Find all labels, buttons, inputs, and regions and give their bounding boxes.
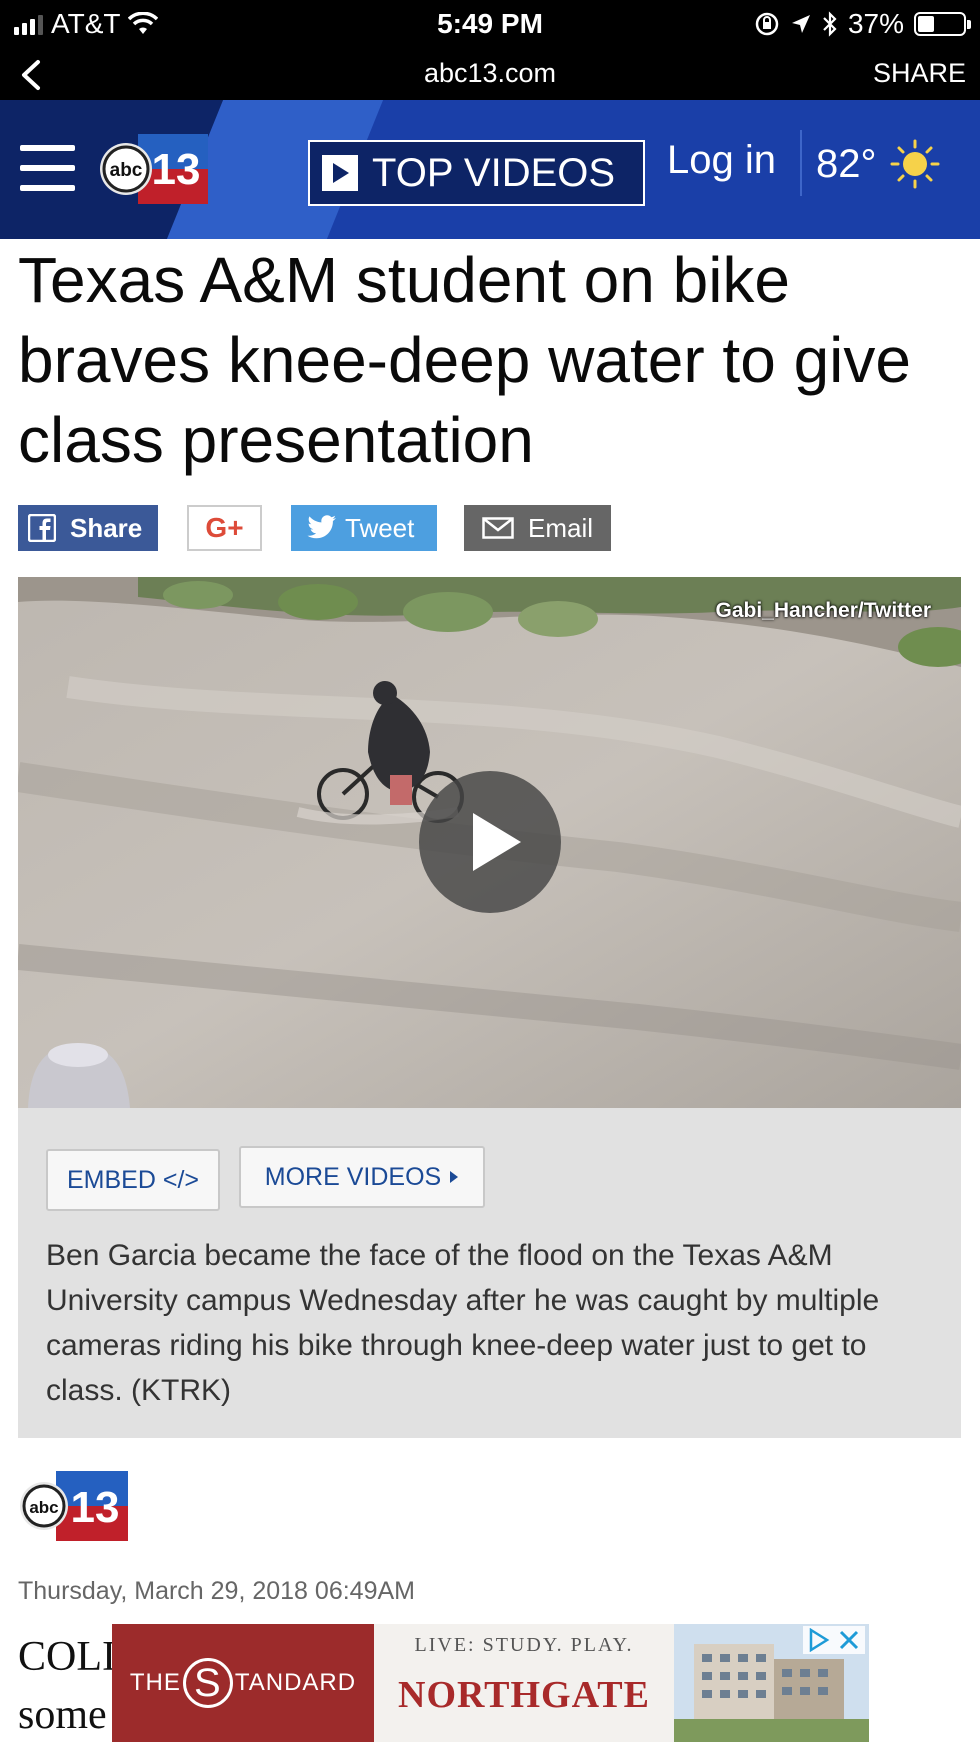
status-right: 37%	[754, 8, 971, 40]
tweet-label: Tweet	[345, 512, 415, 543]
google-plus-share-button[interactable]: G+	[187, 505, 262, 551]
facebook-share-label: Share	[70, 512, 143, 543]
more-videos-label: MORE VIDEOS	[264, 1162, 442, 1191]
top-videos-label: TOP VIDEOS	[372, 150, 616, 195]
play-icon	[473, 813, 521, 871]
play-icon	[322, 155, 358, 191]
url-display[interactable]: abc13.com	[0, 58, 980, 89]
ad-choices[interactable]	[803, 1626, 865, 1654]
email-share-button[interactable]: Email	[464, 505, 611, 551]
ad-building-image	[674, 1624, 869, 1742]
body-line: some	[18, 1692, 107, 1738]
browser-bar: abc13.com SHARE	[0, 50, 980, 100]
svg-text:13: 13	[152, 145, 201, 194]
menu-icon[interactable]	[20, 145, 75, 191]
status-bar: AT&T 5:49 PM 37%	[0, 0, 980, 50]
bluetooth-icon	[823, 11, 837, 37]
location-arrow-icon	[791, 15, 810, 33]
browser-share-button[interactable]: SHARE	[873, 58, 966, 89]
ad-brand-prefix: THE	[129, 1669, 181, 1696]
embed-button[interactable]: EMBED </>	[46, 1149, 220, 1211]
svg-text:13: 13	[71, 1483, 120, 1532]
ad-text: LIVE: STUDY. PLAY. NORTHGATE	[374, 1624, 674, 1742]
abc13-logo[interactable]: abc 13	[98, 132, 210, 207]
adchoices-icon[interactable]	[807, 1628, 831, 1652]
sun-icon	[890, 139, 939, 189]
svg-text:abc: abc	[110, 160, 143, 181]
weather-widget[interactable]: 82°	[816, 138, 941, 190]
facebook-share-button[interactable]: Share	[18, 505, 158, 551]
video-caption-box: EMBED </> MORE VIDEOS Ben Garcia became …	[18, 1108, 961, 1438]
battery-fill	[918, 16, 934, 32]
mail-icon	[482, 517, 514, 539]
header-divider	[800, 130, 802, 196]
play-button[interactable]	[419, 771, 561, 913]
article-body: COLI some	[18, 1628, 116, 1742]
twitter-bird-icon	[307, 515, 336, 539]
video-credit: Gabi_Hancher/Twitter	[715, 599, 932, 622]
battery-icon	[914, 12, 971, 36]
ad-brand-suffix: TANDARD	[234, 1669, 357, 1696]
article-dateline: Thursday, March 29, 2018 06:49AM	[18, 1577, 415, 1605]
close-icon[interactable]	[837, 1628, 861, 1652]
facebook-icon	[28, 514, 56, 542]
google-plus-label: G+	[205, 512, 244, 543]
ad-brand-letter: S	[182, 1658, 233, 1708]
top-videos-button[interactable]: TOP VIDEOS	[308, 140, 645, 206]
video-caption: Ben Garcia became the face of the flood …	[46, 1239, 880, 1407]
svg-text:abc: abc	[29, 1498, 58, 1517]
ad-brand-logo: THE S TANDARD	[112, 1624, 374, 1742]
ad-name: NORTHGATE	[398, 1674, 650, 1716]
login-link[interactable]: Log in	[667, 138, 776, 183]
temperature: 82°	[816, 141, 877, 186]
more-videos-button[interactable]: MORE VIDEOS	[239, 1146, 485, 1208]
ad-tagline: LIVE: STUDY. PLAY.	[414, 1634, 634, 1656]
rotation-lock-icon	[755, 12, 779, 36]
caret-right-icon	[450, 1171, 459, 1183]
video-player[interactable]: Gabi_Hancher/Twitter	[18, 577, 961, 1108]
abc13-source-logo: abc 13	[20, 1471, 128, 1541]
site-header: abc 13 TOP VIDEOS Log in 82°	[0, 100, 980, 239]
ad-banner[interactable]: THE S TANDARD LIVE: STUDY. PLAY. NORTHGA…	[112, 1624, 869, 1742]
body-line: COLI	[18, 1634, 116, 1680]
battery-percent: 37%	[847, 8, 904, 39]
article-headline: Texas A&M student on bike braves knee-de…	[18, 244, 911, 476]
email-label: Email	[528, 512, 594, 543]
twitter-share-button[interactable]: Tweet	[291, 505, 437, 551]
